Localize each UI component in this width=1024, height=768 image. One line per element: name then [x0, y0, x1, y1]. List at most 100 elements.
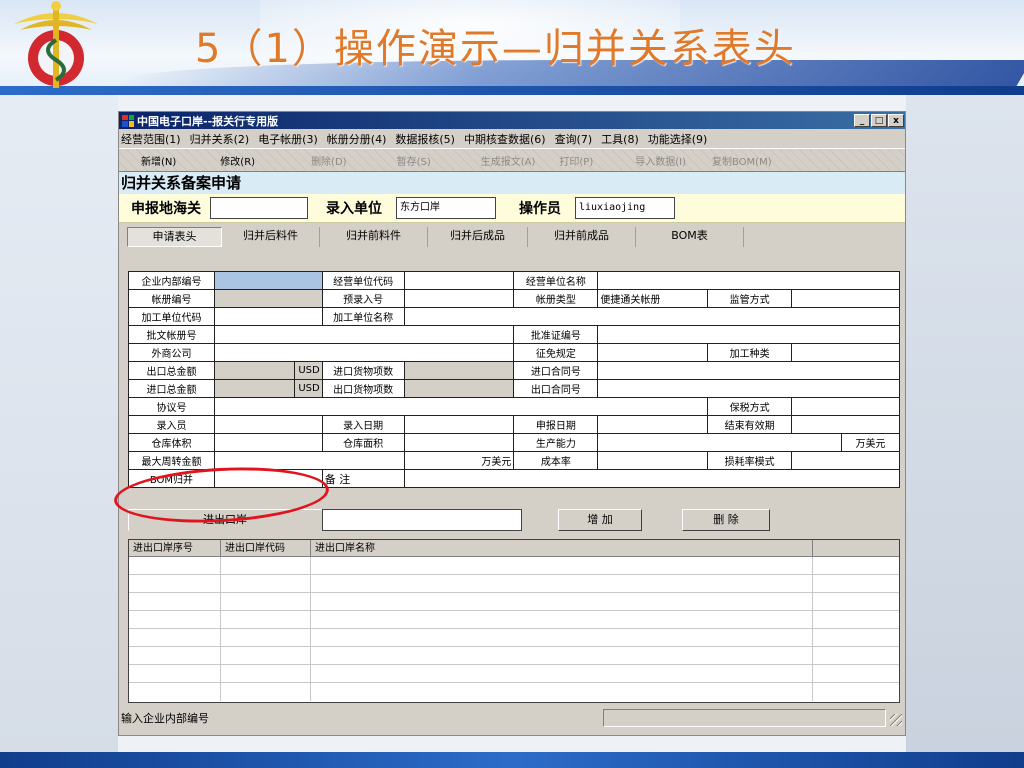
field-label: 出口合同号	[513, 379, 599, 398]
approval-cert-no-input[interactable]	[597, 325, 900, 344]
export-item-count-field	[403, 379, 515, 398]
pre-entry-no-field[interactable]	[403, 289, 515, 308]
cost-rate-input[interactable]	[597, 451, 709, 470]
remarks-input[interactable]	[403, 469, 901, 488]
agreement-no-input[interactable]	[213, 397, 709, 416]
field-label: 批文帐册号	[128, 325, 215, 344]
generate-message-button[interactable]: 生成报文(A)	[481, 153, 536, 168]
list-row[interactable]	[129, 557, 899, 575]
toolbar: 新增(N) 修改(R) 删除(D) 暂存(S) 生成报文(A) 打印(P) 导入…	[119, 148, 905, 172]
menu-midterm-check[interactable]: 中期核查数据(6)	[464, 131, 546, 147]
modify-button[interactable]: 修改(R)	[220, 153, 255, 168]
delete-toolbar-button[interactable]: 删除(D)	[311, 153, 347, 168]
bom-merge-input[interactable]	[213, 469, 323, 488]
field-label: 损耗率模式	[707, 451, 793, 470]
menu-data-verification[interactable]: 数据报核(5)	[395, 131, 455, 147]
entry-clerk-field[interactable]	[213, 415, 323, 434]
declare-customs-label: 申报地海关	[131, 201, 201, 217]
loss-rate-mode-input[interactable]	[791, 451, 900, 470]
warehouse-volume-input[interactable]	[213, 433, 323, 452]
menubar: 经营范围(1) 归并关系(2) 电子帐册(3) 帐册分册(4) 数据报核(5) …	[119, 129, 905, 148]
copy-bom-button[interactable]: 复制BOM(M)	[712, 153, 772, 168]
export-total-amount-field	[213, 361, 295, 380]
tab-bom[interactable]: BOM表	[636, 226, 744, 247]
approval-book-no-input[interactable]	[213, 325, 515, 344]
list-row[interactable]	[129, 575, 899, 593]
field-label: 监管方式	[707, 289, 793, 308]
menu-query[interactable]: 查询(7)	[555, 131, 593, 147]
import-data-button[interactable]: 导入数据(I)	[635, 153, 686, 168]
column-header[interactable]: 进出口岸序号	[129, 540, 221, 556]
port-list-header: 进出口岸序号 进出口岸代码 进出口岸名称	[129, 540, 899, 557]
entry-date-field[interactable]	[403, 415, 515, 434]
tax-exemption-input[interactable]	[597, 343, 709, 362]
processing-unit-code-input[interactable]	[213, 307, 323, 326]
list-row[interactable]	[129, 647, 899, 665]
slide-bottom-bar	[0, 752, 1024, 768]
enterprise-internal-no-input[interactable]	[213, 271, 323, 290]
port-input[interactable]	[322, 509, 522, 531]
save-draft-button[interactable]: 暂存(S)	[397, 153, 431, 168]
menu-function-select[interactable]: 功能选择(9)	[648, 131, 708, 147]
operator-input[interactable]: liuxiaojing	[575, 197, 675, 219]
menu-tools[interactable]: 工具(8)	[601, 131, 639, 147]
bonded-mode-input[interactable]	[791, 397, 900, 416]
expiry-date-input[interactable]	[791, 415, 900, 434]
list-row[interactable]	[129, 629, 899, 647]
operating-unit-name-input[interactable]	[597, 271, 900, 290]
list-row[interactable]	[129, 593, 899, 611]
unit-label: 万美元	[403, 451, 515, 470]
book-type-select[interactable]: 便捷通关帐册	[597, 289, 709, 308]
field-label: 帐册类型	[513, 289, 599, 308]
processing-type-input[interactable]	[791, 343, 900, 362]
declare-customs-input[interactable]	[210, 197, 308, 219]
status-pane	[603, 709, 886, 727]
resize-grip-icon[interactable]	[890, 714, 902, 726]
tab-merged-products[interactable]: 归并后成品	[428, 226, 528, 247]
operator-label: 操作员	[519, 201, 561, 217]
list-row[interactable]	[129, 665, 899, 683]
export-contract-no-input[interactable]	[597, 379, 900, 398]
tab-merged-materials[interactable]: 归并后料件	[222, 226, 320, 247]
menu-business-scope[interactable]: 经营范围(1)	[121, 131, 181, 147]
new-button[interactable]: 新增(N)	[141, 153, 176, 168]
tab-premerge-products[interactable]: 归并前成品	[528, 226, 636, 247]
add-port-button[interactable]: 增 加	[558, 509, 642, 531]
declare-date-field[interactable]	[597, 415, 709, 434]
field-label: 企业内部编号	[128, 271, 215, 290]
menu-merge-relation[interactable]: 归并关系(2)	[190, 131, 250, 147]
import-contract-no-input[interactable]	[597, 361, 900, 380]
app-icon	[122, 114, 134, 127]
supervision-mode-input[interactable]	[791, 289, 900, 308]
window-title: 中国电子口岸--报关行专用版	[137, 114, 279, 128]
field-label: 结束有效期	[707, 415, 793, 434]
entry-unit-input[interactable]: 东方口岸	[396, 197, 496, 219]
max-turnover-input[interactable]	[213, 451, 405, 470]
column-header[interactable]: 进出口岸名称	[311, 540, 813, 556]
production-capacity-input[interactable]	[597, 433, 842, 452]
foreign-company-input[interactable]	[213, 343, 515, 362]
window-titlebar[interactable]: 中国电子口岸--报关行专用版 _ □ x	[119, 112, 905, 129]
field-label: 生产能力	[513, 433, 599, 452]
operating-unit-code-input[interactable]	[403, 271, 515, 290]
tab-application-header[interactable]: 申请表头	[127, 226, 222, 247]
list-row[interactable]	[129, 611, 899, 629]
currency-label: USD	[293, 361, 323, 380]
status-hint: 输入企业内部编号	[121, 712, 209, 725]
maximize-button[interactable]: □	[871, 114, 887, 127]
print-button[interactable]: 打印(P)	[559, 153, 593, 168]
list-row[interactable]	[129, 683, 899, 701]
slide-title: 5（1）操作演示—归并关系表头	[195, 26, 796, 72]
processing-unit-name-input[interactable]	[403, 307, 901, 326]
menu-book-volume[interactable]: 帐册分册(4)	[327, 131, 387, 147]
field-label: 仓库体积	[128, 433, 215, 452]
close-button[interactable]: x	[888, 114, 904, 127]
delete-port-button[interactable]: 删 除	[682, 509, 770, 531]
tab-premerge-materials[interactable]: 归并前料件	[320, 226, 428, 247]
field-label: 最大周转金额	[128, 451, 215, 470]
minimize-button[interactable]: _	[854, 114, 870, 127]
menu-electronic-book[interactable]: 电子帐册(3)	[258, 131, 318, 147]
entry-unit-label: 录入单位	[326, 201, 382, 217]
warehouse-area-input[interactable]	[403, 433, 515, 452]
column-header[interactable]: 进出口岸代码	[221, 540, 311, 556]
